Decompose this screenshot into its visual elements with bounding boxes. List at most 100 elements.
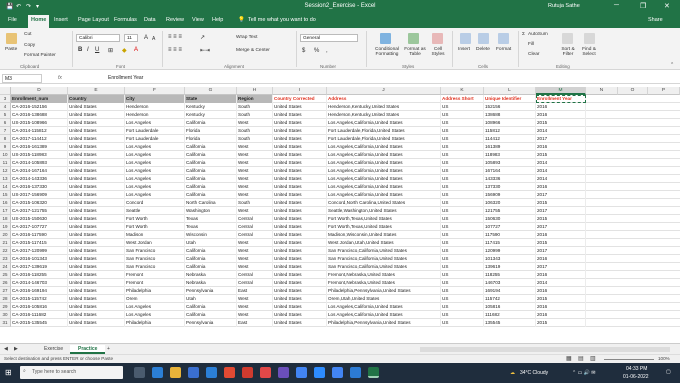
page-break-view-icon[interactable]: ▥ bbox=[590, 355, 596, 362]
header-cell[interactable]: Region bbox=[237, 95, 273, 103]
table-cell[interactable]: United States bbox=[273, 143, 327, 151]
fill-color-icon[interactable]: ◆ bbox=[122, 47, 127, 54]
table-cell[interactable]: US bbox=[441, 143, 484, 151]
table-cell[interactable]: United States bbox=[68, 167, 125, 175]
chrome-icon[interactable] bbox=[296, 367, 307, 378]
table-cell[interactable]: 2017 bbox=[536, 223, 586, 231]
table-cell[interactable]: United States bbox=[273, 119, 327, 127]
table-cell[interactable]: Florida bbox=[185, 135, 237, 143]
table-cell[interactable]: 107727 bbox=[484, 223, 536, 231]
table-cell[interactable]: Fremont bbox=[125, 271, 185, 279]
column-header[interactable]: P bbox=[648, 87, 680, 95]
table-cell[interactable]: CA-2016-152156 bbox=[11, 103, 68, 111]
table-cell[interactable]: 2014 bbox=[536, 279, 586, 287]
table-cell[interactable]: 2016 bbox=[536, 183, 586, 191]
table-cell[interactable]: United States bbox=[273, 111, 327, 119]
table-cell[interactable]: 156909 bbox=[484, 191, 536, 199]
table-cell[interactable]: 2016 bbox=[536, 303, 586, 311]
table-cell[interactable]: 2015 bbox=[536, 215, 586, 223]
table-cell[interactable]: CA-2016-161389 bbox=[11, 143, 68, 151]
clock-time[interactable]: 04:33 PM bbox=[626, 366, 647, 372]
table-cell[interactable]: United States bbox=[273, 135, 327, 143]
table-cell[interactable]: Texas bbox=[185, 215, 237, 223]
column-header[interactable]: N bbox=[586, 87, 618, 95]
office-icon[interactable] bbox=[224, 367, 235, 378]
table-cell[interactable]: US bbox=[441, 215, 484, 223]
table-cell[interactable]: CA-2017-120999 bbox=[11, 247, 68, 255]
weather-text[interactable]: 34°C Cloudy bbox=[520, 370, 548, 376]
table-cell[interactable]: US bbox=[441, 191, 484, 199]
row-header[interactable]: 11 bbox=[0, 159, 11, 167]
table-cell[interactable]: United States bbox=[68, 127, 125, 135]
row-header[interactable]: 20 bbox=[0, 231, 11, 239]
page-layout-view-icon[interactable]: ▤ bbox=[578, 355, 584, 362]
wrap-text-button[interactable]: Wrap Text bbox=[236, 35, 257, 40]
paste-button[interactable]: Paste bbox=[5, 47, 17, 52]
table-cell[interactable]: 115812 bbox=[484, 127, 536, 135]
table-cell[interactable]: Henderson bbox=[125, 111, 185, 119]
tab-formulas[interactable]: Formulas bbox=[114, 17, 137, 23]
table-cell[interactable]: US-2017-156909 bbox=[11, 191, 68, 199]
table-cell[interactable]: Los Angeles bbox=[125, 175, 185, 183]
taskbar-search[interactable]: ⌕ Type here to search bbox=[20, 366, 123, 379]
row-header[interactable]: 8 bbox=[0, 135, 11, 143]
app-icon[interactable] bbox=[260, 367, 271, 378]
table-cell[interactable]: United States bbox=[273, 303, 327, 311]
table-cell[interactable]: South bbox=[237, 135, 273, 143]
pdf-reader-icon[interactable] bbox=[242, 367, 253, 378]
prev-sheet-icon[interactable]: ◀ bbox=[2, 345, 10, 354]
zoom-level[interactable]: 100% bbox=[658, 356, 670, 361]
table-cell[interactable]: South bbox=[237, 127, 273, 135]
user-name[interactable]: Rutuja Sathe bbox=[548, 3, 580, 9]
table-cell[interactable]: Fort Worth,Texas,United States bbox=[327, 215, 441, 223]
table-cell[interactable]: US bbox=[441, 239, 484, 247]
table-cell[interactable]: California bbox=[185, 255, 237, 263]
align-top-icon[interactable]: ≡ ≡ ≡ bbox=[168, 34, 182, 40]
task-view-icon[interactable] bbox=[134, 367, 145, 378]
table-cell[interactable]: California bbox=[185, 303, 237, 311]
table-cell[interactable]: San Francisco,California,United States bbox=[327, 255, 441, 263]
table-cell[interactable]: West bbox=[237, 175, 273, 183]
table-cell[interactable]: United States bbox=[68, 279, 125, 287]
table-cell[interactable]: West Jordan bbox=[125, 239, 185, 247]
table-cell[interactable]: United States bbox=[68, 295, 125, 303]
table-cell[interactable]: West bbox=[237, 119, 273, 127]
table-cell[interactable]: West bbox=[237, 207, 273, 215]
table-cell[interactable]: CA-2017-114412 bbox=[11, 135, 68, 143]
table-cell[interactable]: San Francisco bbox=[125, 247, 185, 255]
table-cell[interactable]: West bbox=[237, 191, 273, 199]
table-cell[interactable]: Los Angeles bbox=[125, 151, 185, 159]
table-cell[interactable]: United States bbox=[68, 183, 125, 191]
table-cell[interactable]: CA-2016-137330 bbox=[11, 183, 68, 191]
table-cell[interactable]: United States bbox=[273, 239, 327, 247]
table-cell[interactable]: United States bbox=[273, 287, 327, 295]
table-cell[interactable]: Central bbox=[237, 223, 273, 231]
table-cell[interactable]: Henderson,Kentucky,United States bbox=[327, 111, 441, 119]
column-header[interactable]: J bbox=[327, 87, 441, 95]
format-as-table-button[interactable]: Format as Table bbox=[402, 47, 428, 57]
table-cell[interactable]: US bbox=[441, 207, 484, 215]
table-cell[interactable]: United States bbox=[273, 319, 327, 327]
table-cell[interactable]: 152156 bbox=[484, 103, 536, 111]
worksheet-grid[interactable]: D E F G H I J K L M N O P 3 Enrollment_n… bbox=[0, 87, 680, 343]
table-cell[interactable]: 137330 bbox=[484, 183, 536, 191]
chrome-icon[interactable] bbox=[332, 367, 343, 378]
column-header[interactable]: F bbox=[125, 87, 185, 95]
table-cell[interactable]: 2016 bbox=[536, 255, 586, 263]
table-cell[interactable]: US bbox=[441, 175, 484, 183]
table-cell[interactable]: United States bbox=[273, 167, 327, 175]
table-cell[interactable]: US bbox=[441, 247, 484, 255]
find-select-button[interactable]: Find & Select bbox=[578, 47, 600, 57]
table-cell[interactable]: Orem,Utah,United States bbox=[327, 295, 441, 303]
column-header[interactable]: K bbox=[441, 87, 484, 95]
row-header[interactable]: 22 bbox=[0, 247, 11, 255]
table-cell[interactable]: US bbox=[441, 183, 484, 191]
table-cell[interactable]: 2015 bbox=[536, 199, 586, 207]
table-cell[interactable]: 117590 bbox=[484, 231, 536, 239]
header-cell-selected[interactable]: Enrollment Year bbox=[536, 95, 586, 103]
table-cell[interactable]: United States bbox=[273, 127, 327, 135]
table-cell[interactable]: Los Angeles,California,United States bbox=[327, 167, 441, 175]
table-cell[interactable]: 108966 bbox=[484, 119, 536, 127]
table-cell[interactable]: West bbox=[237, 247, 273, 255]
table-cell[interactable]: 105893 bbox=[484, 159, 536, 167]
